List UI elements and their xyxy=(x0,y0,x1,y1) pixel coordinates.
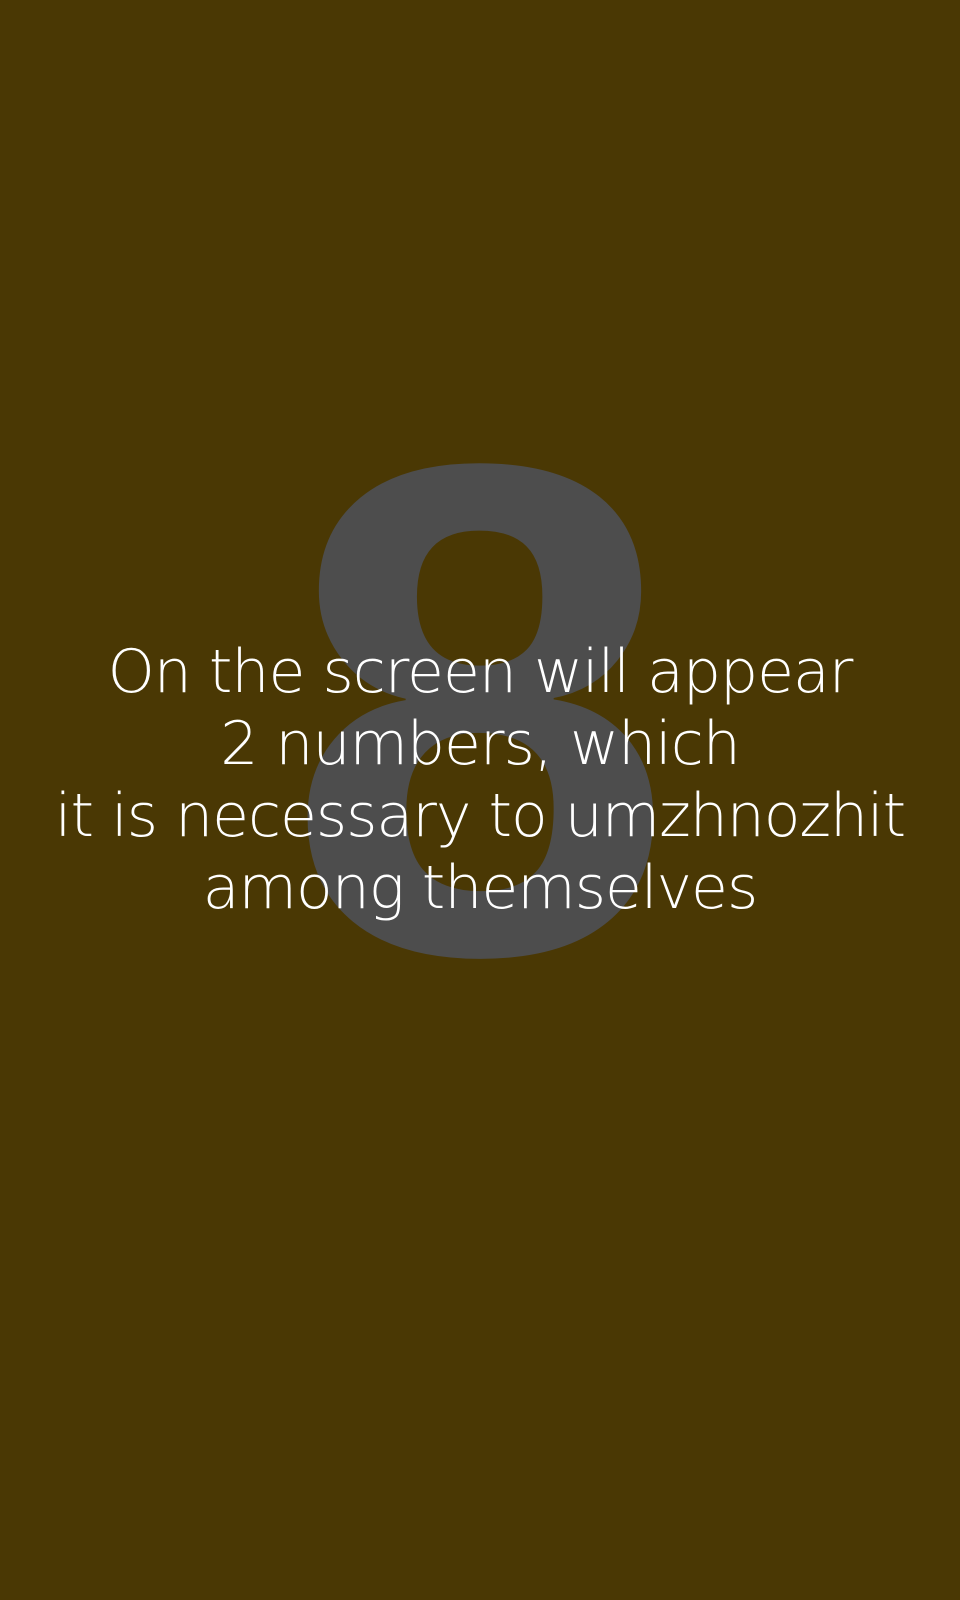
intro-screen: 8 On the screen will appear 2 numbers, w… xyxy=(0,0,960,1600)
instructions-line-4: among themselves xyxy=(202,853,758,923)
instructions-line-1: On the screen will appear xyxy=(107,637,854,707)
instructions-text: On the screen will appear 2 numbers, whi… xyxy=(0,636,960,924)
instructions-line-3: it is necessary to umzhnozhit xyxy=(54,781,906,851)
instructions-line-2: 2 numbers, which xyxy=(220,709,741,779)
